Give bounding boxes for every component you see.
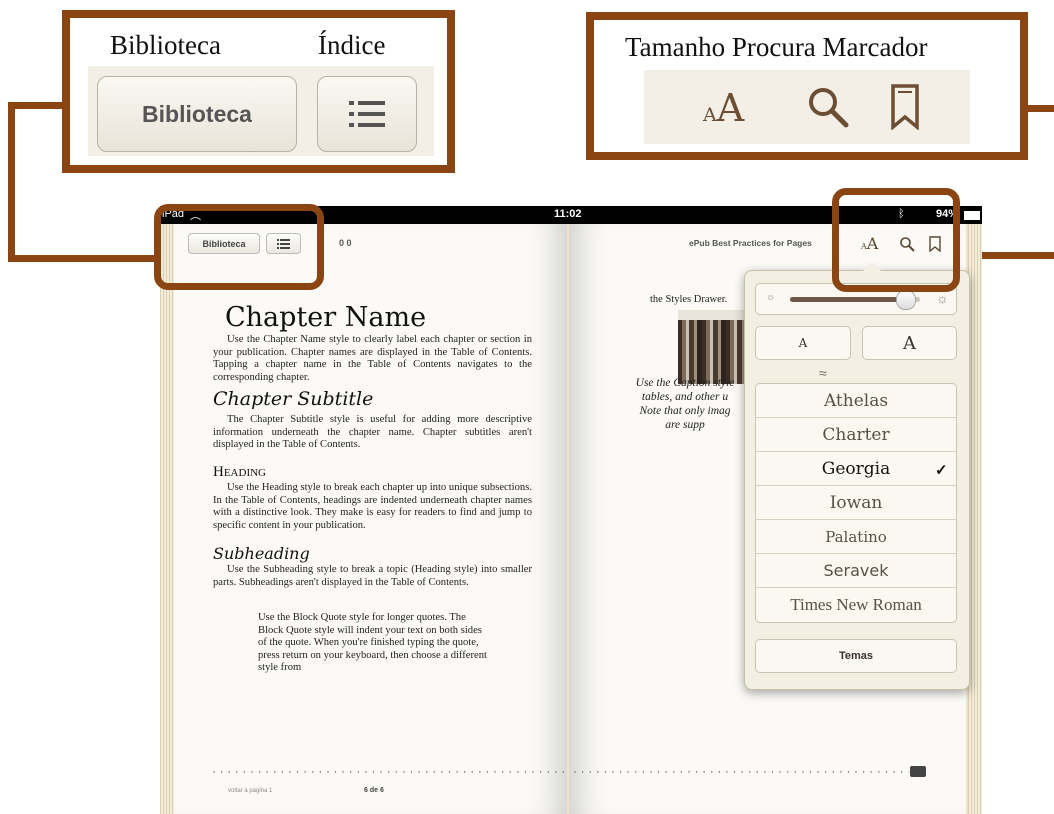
connector-left-bottom <box>8 255 160 262</box>
callout-index-title: Índice <box>318 30 386 60</box>
font-list: Athelas Charter Georgia Iowan Palatino S… <box>755 383 957 623</box>
callout-index-button <box>317 76 417 152</box>
connector-left-horizontal <box>8 102 66 109</box>
font-smaller-button[interactable]: A <box>755 326 851 360</box>
divider-ornament: ≈ <box>819 365 827 381</box>
subheading: Subheading <box>213 544 310 563</box>
right-page-edges <box>968 224 982 814</box>
list-icon <box>349 101 385 127</box>
caption-line: Note that only imag <box>639 405 731 417</box>
subheading-text: Use the Subheading style to break a topi… <box>213 564 532 588</box>
brightness-high-icon: ☼ <box>936 290 949 306</box>
progress-marker[interactable] <box>910 766 926 777</box>
left-page-number: 0 0 <box>339 238 352 248</box>
chapter-name: Chapter Name <box>225 302 427 333</box>
chapter-subtitle-text: The Chapter Subtitle style is useful for… <box>213 414 532 451</box>
heading-text: Use the Heading style to break each chap… <box>213 482 532 531</box>
clock: 11:02 <box>554 208 582 220</box>
search-icon <box>809 88 849 128</box>
right-page-progress-dots: ········································… <box>573 764 909 778</box>
font-settings-popover: ☼ ☼ A A ≈ Athelas Charter Georgia Iowan … <box>744 262 970 690</box>
brightness-slider-knob[interactable] <box>896 290 916 310</box>
chapter-name-text: Use the Chapter Name style to clearly la… <box>213 334 532 383</box>
highlight-library-index <box>154 204 324 290</box>
font-size-icon: AA <box>703 86 745 130</box>
font-option-palatino[interactable]: Palatino <box>756 520 956 554</box>
chapter-subtitle: Chapter Subtitle <box>213 388 374 410</box>
battery-icon <box>964 211 980 220</box>
font-larger-button[interactable]: A <box>862 326 957 360</box>
callout-library-title: Biblioteca <box>110 30 221 60</box>
font-option-iowan[interactable]: Iowan <box>756 486 956 520</box>
left-page-edges <box>160 224 174 814</box>
caption-line: tables, and other u <box>641 391 729 403</box>
page-indicator: 6 de 6 <box>364 787 384 794</box>
connector-right-top <box>1024 105 1054 112</box>
font-option-charter[interactable]: Charter <box>756 418 956 452</box>
bookmark-icon <box>891 84 919 130</box>
font-option-georgia[interactable]: Georgia <box>756 452 956 486</box>
right-page-text: the Styles Drawer. <box>650 294 728 305</box>
heading: Heading <box>213 464 266 480</box>
caption: Use the Caption style tables, and other … <box>615 376 755 432</box>
callout-right-title: Tamanho Procura Marcador <box>625 32 928 62</box>
callout-library-button: Biblioteca <box>97 76 297 152</box>
brightness-slider-fill <box>790 297 905 302</box>
highlight-size-search-bookmark <box>832 188 960 292</box>
connector-left-vertical <box>8 102 15 262</box>
checkmark-icon: ✓ <box>935 462 948 479</box>
left-page-progress-dots: ········································… <box>212 764 567 778</box>
font-option-seravek[interactable]: Seravek <box>756 554 956 588</box>
themes-button[interactable]: Temas <box>755 639 957 673</box>
caption-line: are supp <box>665 419 705 431</box>
font-option-athelas[interactable]: Athelas <box>756 384 956 418</box>
block-quote: Use the Block Quote style for longer quo… <box>258 612 487 674</box>
font-option-times-new-roman[interactable]: Times New Roman <box>756 588 956 622</box>
brightness-low-icon: ☼ <box>766 292 776 303</box>
back-to-page-link[interactable]: voltar à página 1 <box>228 788 272 794</box>
caption-line: Use the Caption style <box>635 377 735 389</box>
left-page[interactable]: Biblioteca 0 0 Chapter Name Use the Chap… <box>174 224 567 814</box>
